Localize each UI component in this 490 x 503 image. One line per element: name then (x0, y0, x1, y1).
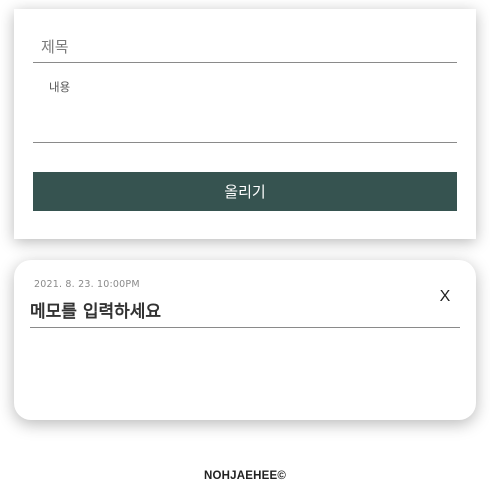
memo-title: 메모를 입력하세요 (30, 297, 460, 328)
memo-card: 2021. 8. 23. 10:00PM 메모를 입력하세요 X (14, 260, 476, 420)
footer-credit: NOHJAEHEE© (203, 470, 287, 482)
content-input[interactable] (33, 77, 457, 143)
title-input[interactable] (33, 31, 457, 63)
memo-form: 올리기 (14, 9, 476, 239)
memo-date: 2021. 8. 23. 10:00PM (34, 279, 140, 290)
submit-button[interactable]: 올리기 (33, 172, 457, 211)
delete-memo-button[interactable]: X (435, 287, 455, 307)
